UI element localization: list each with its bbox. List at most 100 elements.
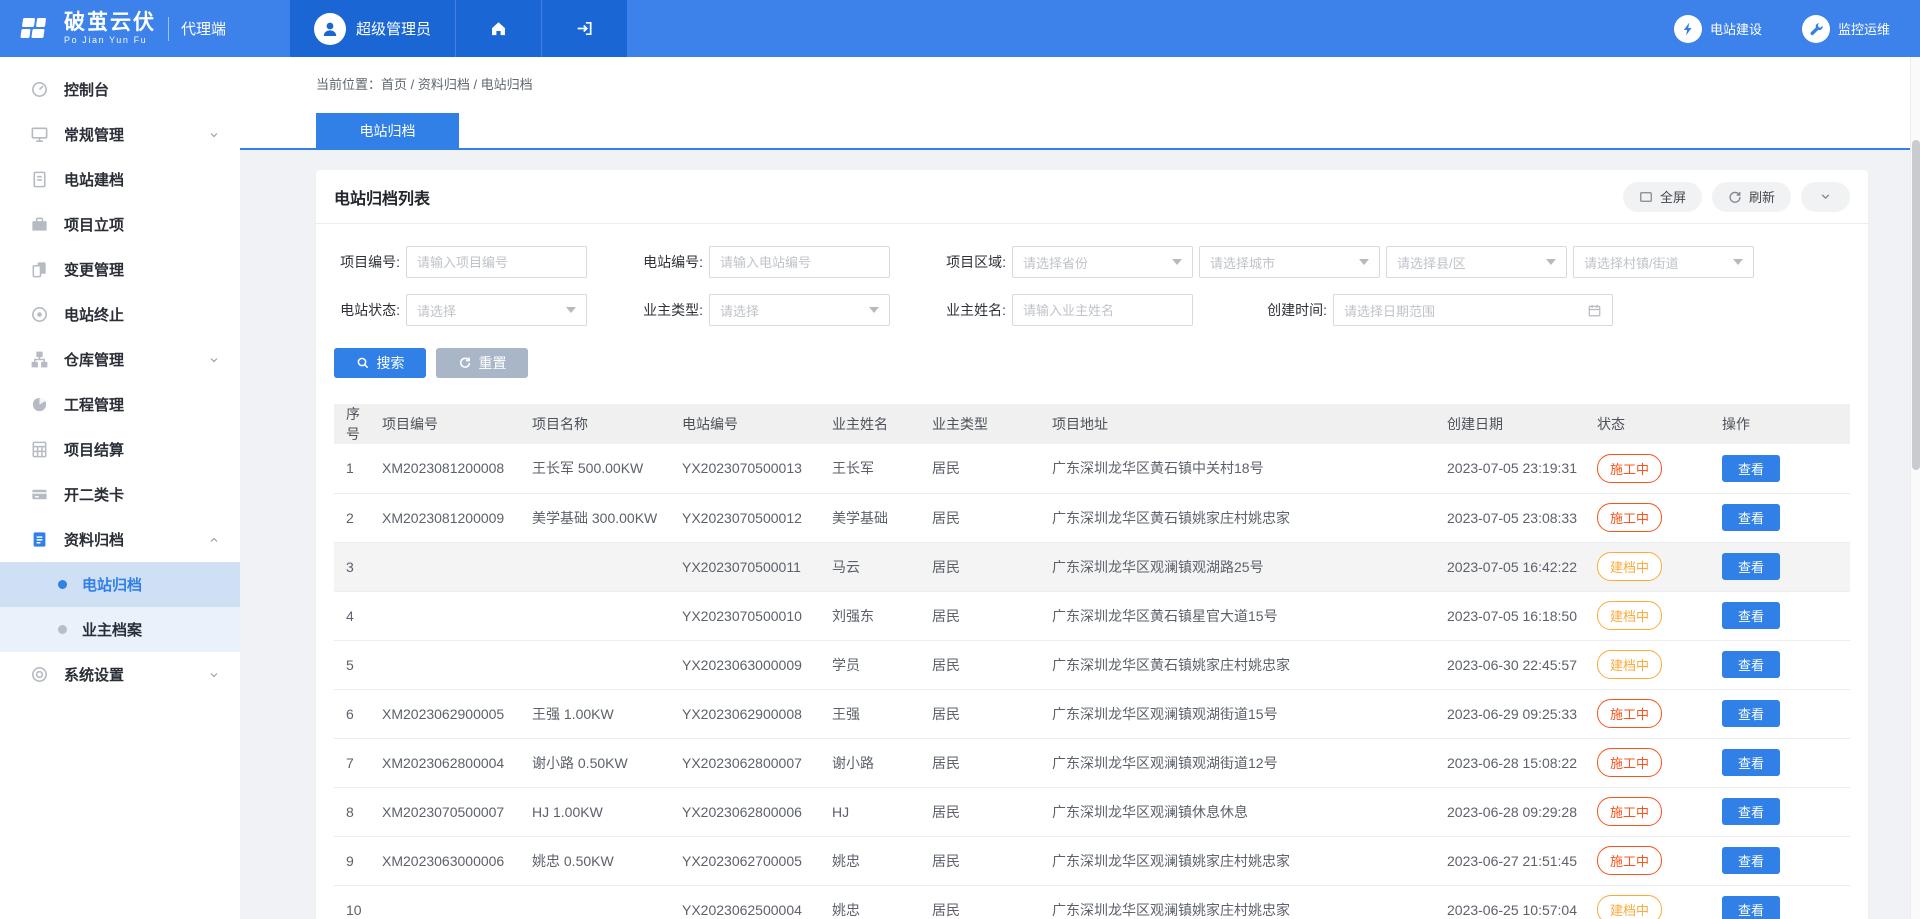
cell-action: 查看 [1719, 885, 1850, 919]
filter-label: 项目编号: [334, 252, 400, 272]
cell-status: 建档中 [1594, 542, 1719, 591]
sidebar-item-station-filing[interactable]: 电站建档 [0, 157, 240, 202]
cell-owner-name: 谢小路 [829, 738, 929, 787]
cell-index: 6 [334, 689, 379, 738]
cell-owner-name: 王长军 [829, 444, 929, 493]
submenu-item-owner-archive[interactable]: 业主档案 [0, 607, 240, 652]
sidebar-item-project-approval[interactable]: 项目立项 [0, 202, 240, 247]
cell-project-no: XM2023070500007 [379, 787, 529, 836]
filter-station-no: 电站编号: [637, 246, 890, 278]
home-button[interactable] [455, 0, 541, 57]
target-icon [30, 305, 50, 325]
sidebar-item-station-terminate[interactable]: 电站终止 [0, 292, 240, 337]
status-badge: 施工中 [1597, 454, 1662, 483]
view-button[interactable]: 查看 [1722, 602, 1780, 629]
tab-station-archive[interactable]: 电站归档 [316, 113, 459, 148]
cell-owner-type: 居民 [929, 493, 1049, 542]
sidebar-item-general-mgmt[interactable]: 常规管理 [0, 112, 240, 157]
col-created: 创建日期 [1444, 404, 1594, 444]
refresh-button[interactable]: 刷新 [1712, 182, 1791, 212]
date-range-input[interactable]: 请选择日期范围 [1333, 294, 1613, 326]
filter-owner-name: 业主姓名: [940, 294, 1193, 326]
sidebar-item-label: 常规管理 [64, 124, 124, 145]
sidebar-item-label: 变更管理 [64, 259, 124, 280]
owner-type-select[interactable]: 请选择 [709, 294, 890, 326]
view-button[interactable]: 查看 [1722, 455, 1780, 482]
cell-status: 施工中 [1594, 689, 1719, 738]
cell-owner-type: 居民 [929, 738, 1049, 787]
station-status-select[interactable]: 请选择 [406, 294, 587, 326]
cell-status: 建档中 [1594, 591, 1719, 640]
cell-action: 查看 [1719, 689, 1850, 738]
view-button[interactable]: 查看 [1722, 896, 1780, 919]
submenu-item-station-archive[interactable]: 电站归档 [0, 562, 240, 607]
monitor-ops-link[interactable]: 监控运维 [1802, 15, 1890, 43]
status-badge: 建档中 [1597, 552, 1662, 581]
view-button[interactable]: 查看 [1722, 798, 1780, 825]
cell-index: 5 [334, 640, 379, 689]
copy-icon [30, 260, 50, 280]
cell-project-name: 王长军 500.00KW [529, 444, 679, 493]
search-label: 搜索 [377, 353, 405, 373]
station-no-input[interactable] [709, 246, 890, 278]
fullscreen-button[interactable]: 全屏 [1623, 182, 1702, 212]
cell-index: 4 [334, 591, 379, 640]
sidebar-item-engineering-mgmt[interactable]: 工程管理 [0, 382, 240, 427]
sidebar-item-label: 项目结算 [64, 439, 124, 460]
cell-station-no: YX2023062900008 [679, 689, 829, 738]
filter-label: 创建时间: [1243, 300, 1327, 320]
view-button[interactable]: 查看 [1722, 700, 1780, 727]
logout-button[interactable] [541, 0, 627, 57]
select-placeholder: 请选择县/区 [1397, 253, 1546, 272]
view-button[interactable]: 查看 [1722, 749, 1780, 776]
cell-project-name [529, 885, 679, 919]
cell-action: 查看 [1719, 640, 1850, 689]
col-action: 操作 [1719, 404, 1850, 444]
col-index: 序号 [334, 404, 379, 444]
user-menu[interactable]: 超级管理员 [290, 0, 455, 57]
cell-project-name [529, 640, 679, 689]
table-row: 2XM2023081200009美学基础 300.00KWYX202307050… [334, 493, 1850, 542]
station-build-link[interactable]: 电站建设 [1674, 15, 1762, 43]
status-badge: 施工中 [1597, 748, 1662, 777]
filter-owner-type: 业主类型: 请选择 [637, 294, 890, 326]
top-header: 破茧云伏 Po Jian Yun Fu 代理端 超级管理员 [0, 0, 1920, 57]
cell-created: 2023-06-29 09:25:33 [1444, 689, 1594, 738]
page-scrollbar[interactable] [1910, 57, 1920, 919]
view-button[interactable]: 查看 [1722, 504, 1780, 531]
filter-label: 业主类型: [637, 300, 703, 320]
archive-list-card: 电站归档列表 全屏 刷新 [316, 170, 1868, 919]
scrollbar-thumb[interactable] [1912, 140, 1920, 470]
search-button[interactable]: 搜索 [334, 348, 426, 378]
view-button[interactable]: 查看 [1722, 553, 1780, 580]
sidebar-item-change-mgmt[interactable]: 变更管理 [0, 247, 240, 292]
cell-project-no: XM2023062900005 [379, 689, 529, 738]
cell-address: 广东深圳龙华区黄石镇姚家庄村姚忠家 [1049, 493, 1444, 542]
county-select[interactable]: 请选择县/区 [1386, 246, 1567, 278]
sidebar-item-system-settings[interactable]: 系统设置 [0, 652, 240, 697]
filter-label: 业主姓名: [940, 300, 1006, 320]
cell-project-no [379, 885, 529, 919]
collapse-button[interactable] [1801, 182, 1850, 212]
project-no-input[interactable] [406, 246, 587, 278]
brand-title: 破茧云伏 [64, 12, 156, 33]
sidebar-item-open-card[interactable]: 开二类卡 [0, 472, 240, 517]
cell-action: 查看 [1719, 444, 1850, 493]
city-select[interactable]: 请选择城市 [1199, 246, 1380, 278]
sidebar-item-warehouse-mgmt[interactable]: 仓库管理 [0, 337, 240, 382]
sidebar-item-label: 项目立项 [64, 214, 124, 235]
sidebar-item-label: 系统设置 [64, 664, 124, 685]
town-select[interactable]: 请选择村镇/街道 [1573, 246, 1754, 278]
cell-owner-name: 刘强东 [829, 591, 929, 640]
status-badge: 施工中 [1597, 846, 1662, 875]
caret-down-icon [1733, 259, 1743, 265]
owner-name-input[interactable] [1012, 294, 1193, 326]
cell-project-name: 谢小路 0.50KW [529, 738, 679, 787]
view-button[interactable]: 查看 [1722, 847, 1780, 874]
sidebar-item-console[interactable]: 控制台 [0, 67, 240, 112]
sidebar-item-archives[interactable]: 资料归档 [0, 517, 240, 562]
sidebar-item-project-settlement[interactable]: 项目结算 [0, 427, 240, 472]
view-button[interactable]: 查看 [1722, 651, 1780, 678]
reset-button[interactable]: 重置 [436, 348, 528, 378]
province-select[interactable]: 请选择省份 [1012, 246, 1193, 278]
